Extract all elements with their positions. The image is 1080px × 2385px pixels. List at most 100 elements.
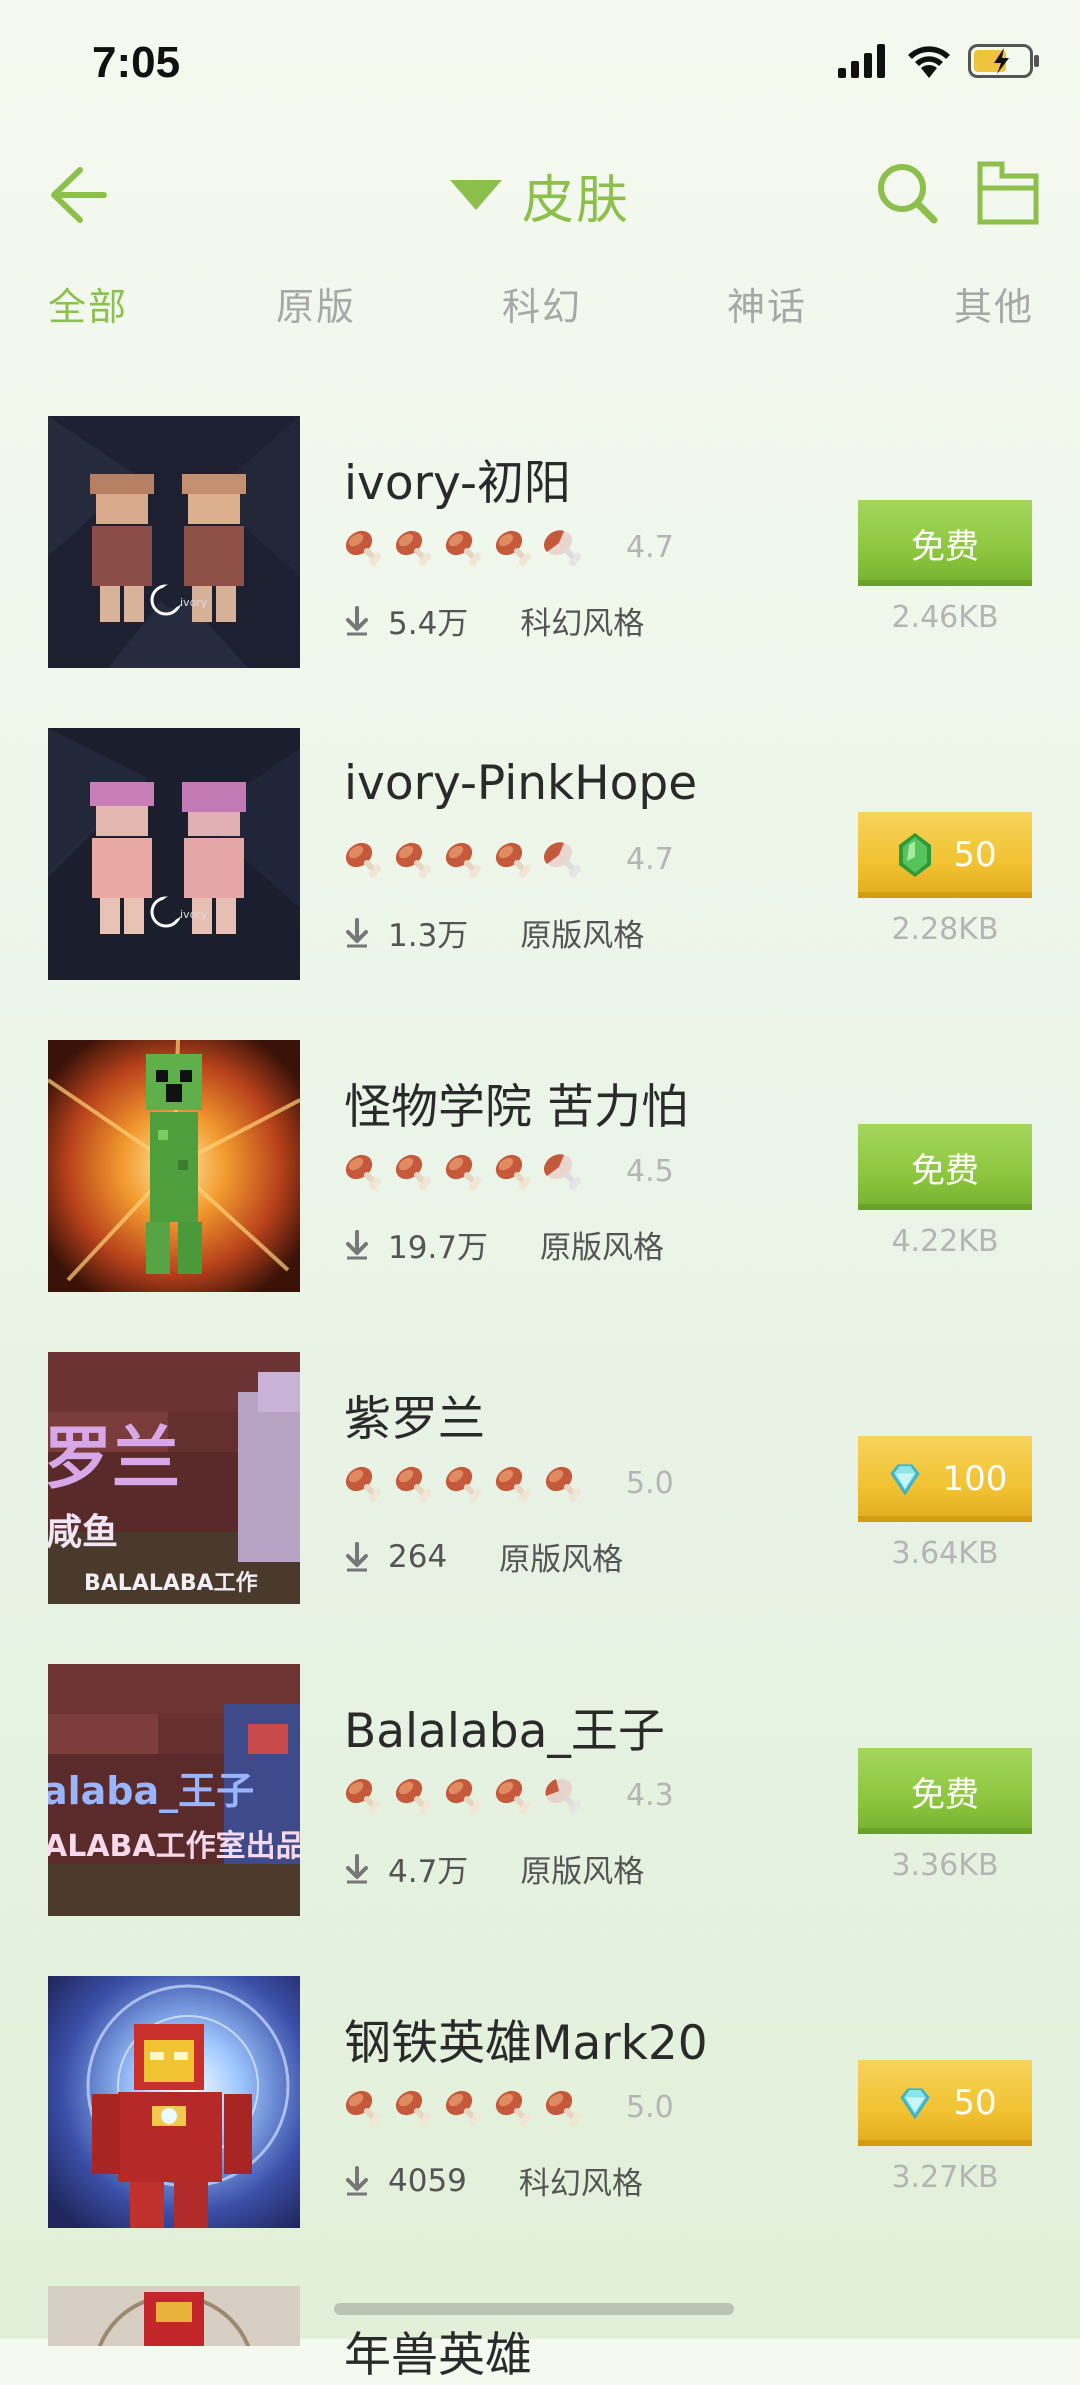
- rating: 4.7: [342, 526, 674, 568]
- tab-myth[interactable]: 神话: [727, 276, 807, 331]
- file-size: 4.22KB: [891, 1224, 999, 1259]
- skin-thumbnail: 罗兰 咸鱼 BALALABA工作: [48, 1352, 300, 1604]
- file-size: 3.64KB: [891, 1536, 999, 1571]
- list-item[interactable]: alaba_王子 ALABA工作室出品 Balalaba_王子 4.3 4.7万…: [0, 1664, 1080, 1916]
- drumstick-rating-icon: [492, 1774, 534, 1816]
- rating: 4.3: [342, 1774, 674, 1816]
- rating: 5.0: [342, 1462, 674, 1504]
- status-bar: 7:05: [0, 0, 1080, 130]
- meta-row: 1.3万 原版风格: [344, 910, 644, 955]
- svg-text:ivory: ivory: [180, 908, 208, 921]
- list-item[interactable]: 钢铁英雄Mark20 5.0 4059 科幻风格 50 3.27KB: [0, 1976, 1080, 2228]
- download-icon: [344, 606, 370, 636]
- search-icon[interactable]: [872, 158, 942, 228]
- skin-title: ivory-PinkHope: [344, 756, 698, 811]
- price-button[interactable]: 50: [858, 812, 1032, 898]
- list-item[interactable]: ivory ivory-初阳 4.7 5.4万 科幻风格 免费 2.46KB: [0, 416, 1080, 668]
- price-button[interactable]: 免费: [858, 500, 1032, 586]
- style-tag: 科幻风格: [518, 2166, 643, 2202]
- drumstick-half-rating-icon: [542, 838, 584, 880]
- folder-icon[interactable]: [976, 158, 1040, 228]
- price-button[interactable]: 50: [858, 2060, 1032, 2146]
- price-label: 50: [953, 835, 997, 875]
- download-icon: [344, 2166, 370, 2196]
- diamond-icon: [883, 1455, 927, 1503]
- drumstick-rating-icon: [442, 526, 484, 568]
- drumstick-rating-icon: [342, 1150, 384, 1192]
- home-indicator[interactable]: [334, 2303, 734, 2315]
- tab-other[interactable]: 其他: [954, 276, 1034, 331]
- rating: 4.5: [342, 1150, 674, 1192]
- price-button[interactable]: 免费: [858, 1748, 1032, 1834]
- skin-thumbnail: [48, 1976, 300, 2228]
- drumstick-rating-icon: [442, 2086, 484, 2128]
- skin-thumbnail: ivory: [48, 728, 300, 980]
- meta-row: 5.4万 科幻风格: [344, 598, 644, 643]
- download-count: 5.4万: [388, 606, 469, 642]
- download-count: 19.7万: [388, 1230, 489, 1266]
- price-label: 100: [942, 1459, 1008, 1499]
- svg-text:咸鱼: 咸鱼: [48, 1512, 118, 1553]
- svg-text:ALABA工作室出品: ALABA工作室出品: [48, 1829, 300, 1864]
- list-item[interactable]: 罗兰 咸鱼 BALALABA工作 紫罗兰 5.0 264 原版风格 100 3.…: [0, 1352, 1080, 1604]
- download-icon: [344, 1230, 370, 1260]
- drumstick-rating-icon: [492, 526, 534, 568]
- download-count: 264: [388, 1538, 448, 1575]
- list-item[interactable]: 怪物学院 苦力怕 4.5 19.7万 原版风格 免费 4.22KB: [0, 1040, 1080, 1292]
- list-item[interactable]: 年兽英雄: [0, 2286, 1080, 2383]
- skin-thumbnail: [48, 1040, 300, 1292]
- file-size: 3.36KB: [891, 1848, 999, 1883]
- drumstick-half-rating-icon: [542, 1150, 584, 1192]
- drumstick-rating-icon: [342, 1462, 384, 1504]
- rating-value: 4.5: [626, 1153, 674, 1189]
- rating-value: 5.0: [626, 2089, 674, 2125]
- svg-text:BALALABA工作: BALALABA工作: [84, 1571, 258, 1596]
- skin-thumbnail: [48, 2286, 300, 2346]
- price-button[interactable]: 100: [858, 1436, 1032, 1522]
- list-item[interactable]: ivory ivory-PinkHope 4.7 1.3万 原版风格 50 2.…: [0, 728, 1080, 980]
- meta-row: 4.7万 原版风格: [344, 1846, 644, 1891]
- style-tag: 科幻风格: [520, 606, 645, 642]
- drumstick-rating-icon: [392, 2086, 434, 2128]
- style-tag: 原版风格: [520, 918, 645, 954]
- style-tag: 原版风格: [540, 1230, 665, 1266]
- tab-all[interactable]: 全部: [48, 276, 128, 331]
- drumstick-rating-icon: [392, 1462, 434, 1504]
- rating-value: 4.7: [626, 841, 674, 877]
- file-size: 2.28KB: [891, 912, 999, 947]
- price-label: 免费: [911, 1150, 979, 1191]
- price-button[interactable]: 免费: [858, 1124, 1032, 1210]
- price-label: 50: [953, 2083, 997, 2123]
- drumstick-rating-icon: [442, 1150, 484, 1192]
- wifi-icon: [908, 46, 950, 78]
- skin-title: 钢铁英雄Mark20: [344, 2016, 708, 2071]
- battery-charging-icon: [968, 44, 1039, 78]
- drumstick-rating-icon: [342, 838, 384, 880]
- drumstick-rating-icon: [442, 838, 484, 880]
- drumstick-rating-icon: [442, 1462, 484, 1504]
- drumstick-rating-icon: [542, 1462, 584, 1504]
- file-size: 3.27KB: [891, 2160, 999, 2195]
- diamond-icon: [893, 2079, 937, 2127]
- skin-title: 紫罗兰: [344, 1392, 485, 1447]
- drumstick-rating-icon: [442, 1774, 484, 1816]
- drumstick-rating-icon: [342, 526, 384, 568]
- status-icons: [838, 44, 1040, 78]
- cellular-signal-icon: [838, 44, 885, 78]
- category-tabs: 全部 原版 科幻 神话 其他: [0, 276, 1080, 346]
- meta-row: 264 原版风格: [344, 1534, 623, 1579]
- drumstick-rating-icon: [492, 1462, 534, 1504]
- tab-scifi[interactable]: 科幻: [502, 276, 582, 331]
- status-time: 7:05: [92, 38, 181, 87]
- price-label: 免费: [911, 526, 979, 567]
- skin-title: 怪物学院 苦力怕: [344, 1080, 688, 1135]
- download-icon: [344, 1854, 370, 1884]
- style-tag: 原版风格: [520, 1854, 645, 1890]
- rating-value: 4.7: [626, 529, 674, 565]
- drumstick-rating-icon: [492, 838, 534, 880]
- tab-original[interactable]: 原版: [276, 276, 356, 331]
- skin-title: ivory-初阳: [344, 456, 571, 511]
- drumstick-rating-icon: [342, 2086, 384, 2128]
- download-count: 4.7万: [388, 1854, 469, 1890]
- drumstick-rating-icon: [392, 1150, 434, 1192]
